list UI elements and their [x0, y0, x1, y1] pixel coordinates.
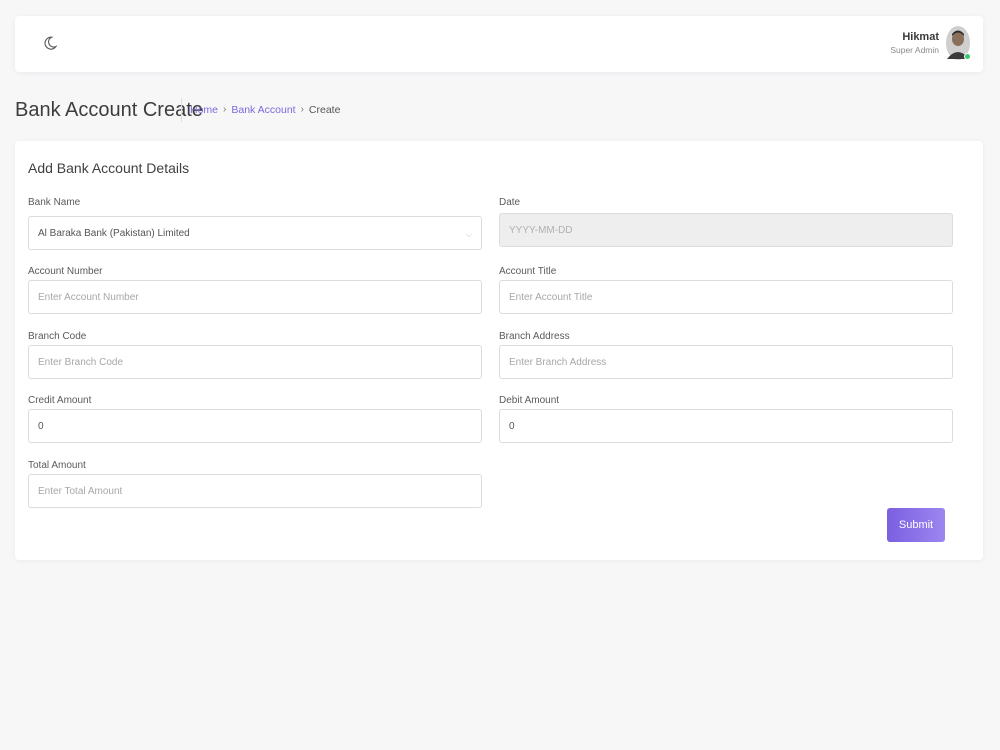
- total-amount-label: Total Amount: [28, 460, 86, 471]
- bank-account-form-card: Add Bank Account Details Bank Name Al Ba…: [15, 141, 983, 560]
- account-number-field: Account Number Enter Account Number: [28, 266, 482, 314]
- debit-amount-input[interactable]: 0: [499, 409, 953, 443]
- branch-code-field: Branch Code Enter Branch Code: [28, 331, 482, 379]
- account-number-input[interactable]: Enter Account Number: [28, 280, 482, 314]
- branch-code-label: Branch Code: [28, 331, 87, 342]
- chevron-right-icon: ›: [300, 104, 304, 115]
- page-title: Bank Account Create: [15, 99, 203, 121]
- credit-amount-label: Credit Amount: [28, 395, 92, 406]
- breadcrumb: Home › Bank Account › Create: [190, 103, 340, 117]
- branch-address-field: Branch Address Enter Branch Address: [499, 331, 953, 379]
- chevron-down-icon: ⌵: [465, 230, 472, 239]
- breadcrumb-bank-account[interactable]: Bank Account: [231, 103, 295, 117]
- branch-address-input[interactable]: Enter Branch Address: [499, 345, 953, 379]
- date-label: Date: [499, 197, 521, 208]
- date-field: Date YYYY-MM-DD: [499, 197, 953, 247]
- breadcrumb-current: Create: [308, 104, 341, 116]
- total-amount-input[interactable]: Enter Total Amount: [28, 474, 482, 508]
- breadcrumb-home[interactable]: Home: [190, 103, 218, 117]
- top-navbar: Hikmat Super Admin: [15, 16, 983, 72]
- user-role: Super Admin: [890, 45, 939, 55]
- account-number-label: Account Number: [28, 266, 103, 277]
- debit-amount-field: Debit Amount 0: [499, 395, 953, 443]
- user-info[interactable]: Hikmat Super Admin: [890, 30, 939, 56]
- form-title: Add Bank Account Details: [28, 160, 190, 176]
- user-name: Hikmat: [902, 31, 939, 43]
- title-divider: [181, 98, 182, 122]
- account-title-label: Account Title: [499, 266, 557, 277]
- total-amount-field: Total Amount Enter Total Amount: [28, 460, 482, 508]
- branch-address-label: Branch Address: [499, 331, 570, 342]
- bank-name-field: Bank Name Al Baraka Bank (Pakistan) Limi…: [28, 197, 482, 250]
- credit-amount-field: Credit Amount 0: [28, 395, 482, 443]
- account-title-input[interactable]: Enter Account Title: [499, 280, 953, 314]
- account-title-field: Account Title Enter Account Title: [499, 266, 953, 314]
- date-input[interactable]: YYYY-MM-DD: [499, 213, 953, 247]
- debit-amount-label: Debit Amount: [499, 395, 560, 406]
- bank-name-label: Bank Name: [28, 197, 81, 208]
- chevron-right-icon: ›: [223, 104, 227, 115]
- submit-button[interactable]: Submit: [887, 508, 945, 542]
- bank-name-select[interactable]: Al Baraka Bank (Pakistan) Limited: [28, 216, 482, 250]
- moon-icon[interactable]: [42, 35, 58, 51]
- credit-amount-input[interactable]: 0: [28, 409, 482, 443]
- online-status-dot: [964, 53, 971, 60]
- branch-code-input[interactable]: Enter Branch Code: [28, 345, 482, 379]
